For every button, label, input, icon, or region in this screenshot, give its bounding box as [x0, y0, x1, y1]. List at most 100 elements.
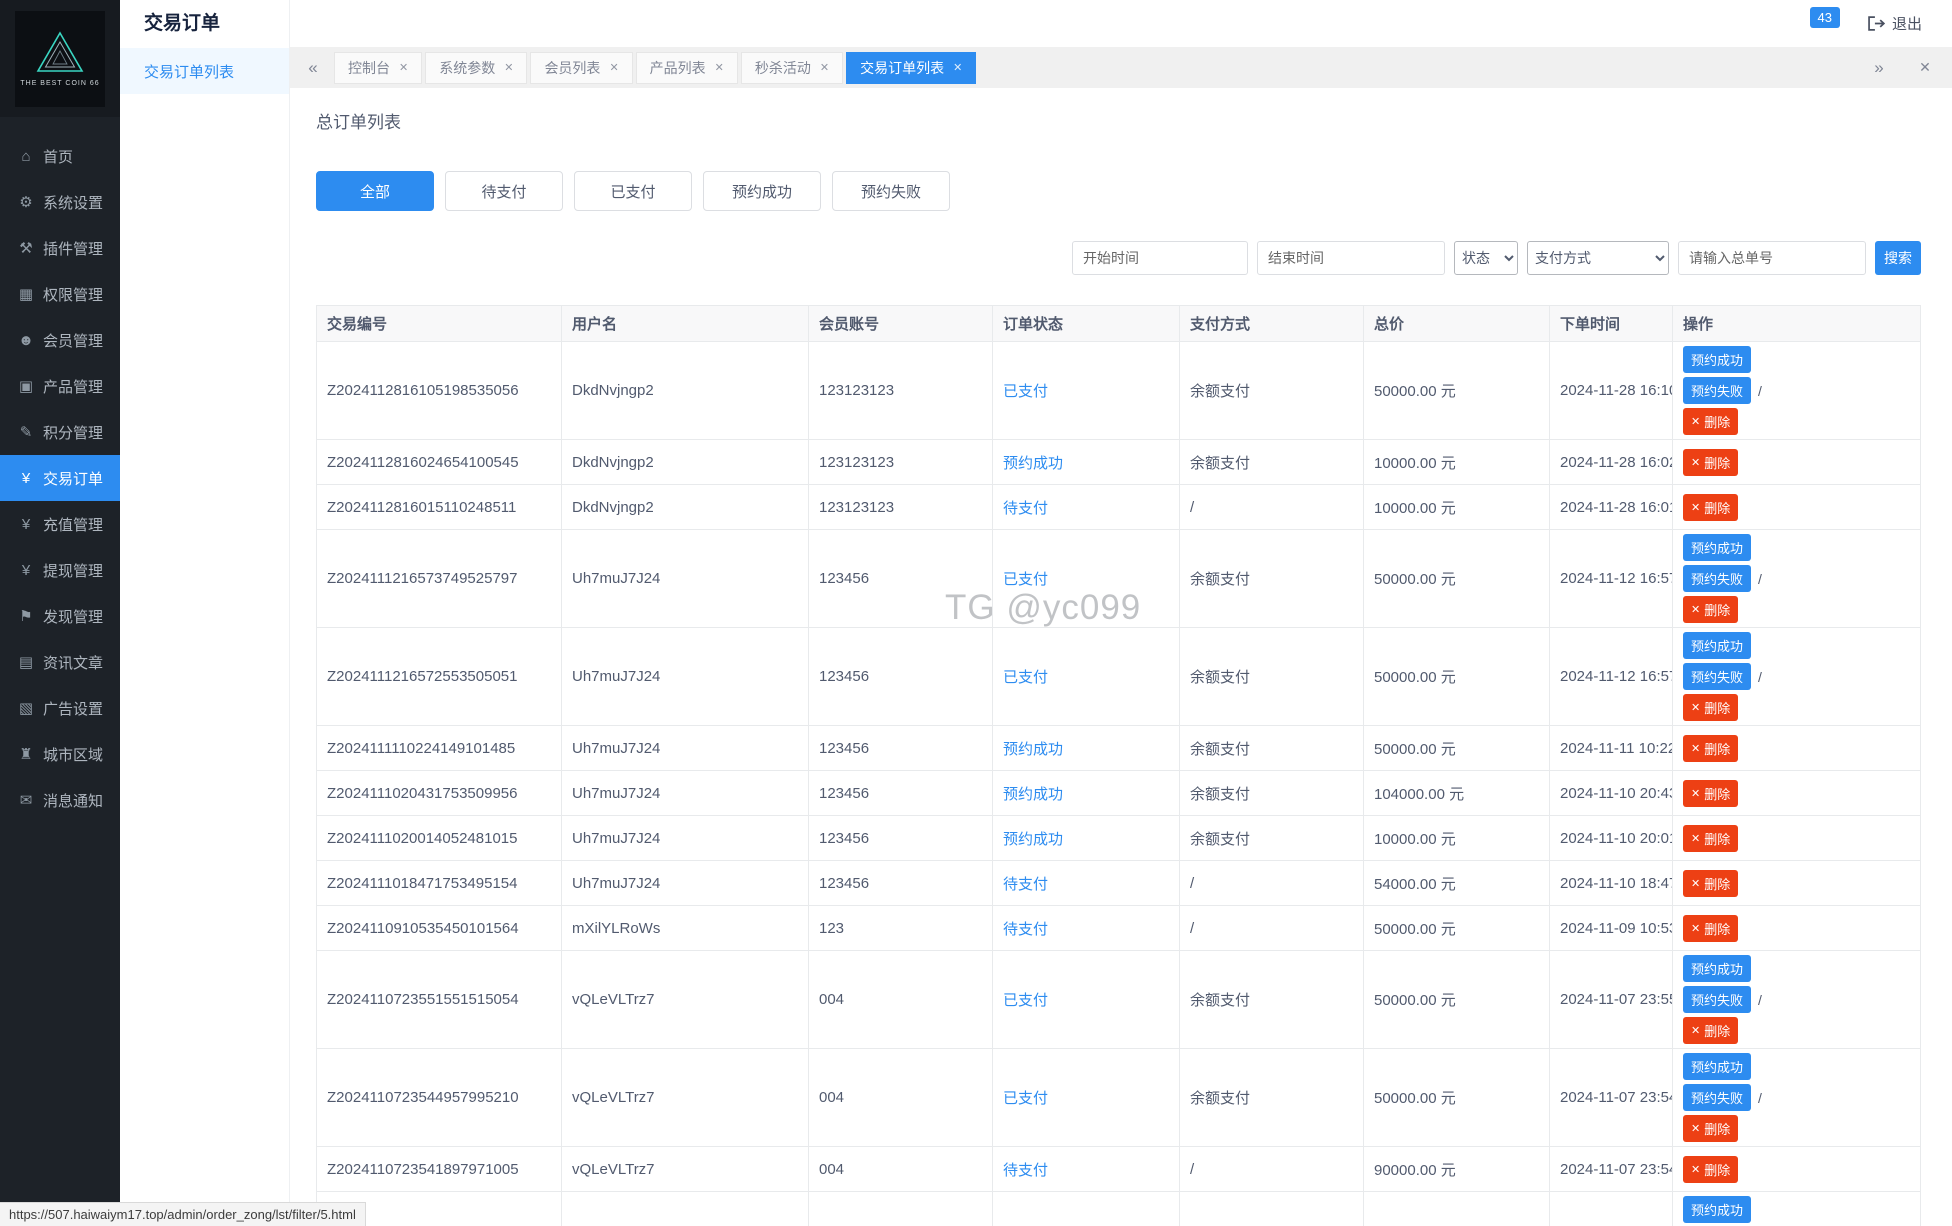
close-icon: ✕	[1691, 604, 1701, 616]
confirm-success-button[interactable]: 预约成功	[1683, 534, 1752, 561]
delete-button[interactable]: ✕ 删除	[1683, 1017, 1739, 1044]
confirm-fail-button[interactable]: 预约失败	[1683, 565, 1752, 592]
app-root: THE BEST COIN 66 ⌂ 首页 ⚙ 系统设置 ⚒ 插件管理 ▦ 权限…	[0, 0, 1952, 1226]
logout-button[interactable]: 退出	[1868, 13, 1922, 34]
notification-badge[interactable]: 43	[1809, 7, 1840, 28]
sidebar-item[interactable]: ⚒ 插件管理	[0, 225, 120, 271]
delete-button[interactable]: ✕ 删除	[1683, 408, 1739, 435]
tab[interactable]: 系统参数 ✕	[425, 51, 528, 84]
orders-table: 交易编号 用户名 会员账号 订单状态 支付方式 总价 下单时间 操作 Z20241128161…	[316, 305, 1921, 1226]
delete-button[interactable]: ✕ 删除	[1683, 694, 1739, 721]
cell-total: 50000.00 元	[1363, 341, 1550, 440]
status-select[interactable]: 状态	[1454, 241, 1518, 275]
sidebar-item[interactable]: ▣ 产品管理	[0, 363, 120, 409]
tab[interactable]: 交易订单列表 ✕	[846, 51, 977, 84]
recharge-icon: ¥	[21, 515, 31, 533]
delete-button[interactable]: ✕ 删除	[1683, 1155, 1739, 1183]
orders-table-header-row: 交易编号 用户名 会员账号 订单状态 支付方式 总价 下单时间 操作	[316, 305, 1921, 342]
tab-close-icon[interactable]: ✕	[953, 61, 962, 74]
cell-order-no: Z2024111020431753509956	[316, 770, 562, 816]
start-time-input[interactable]	[1072, 241, 1248, 275]
status-filter-button[interactable]: 全部	[316, 171, 434, 211]
confirm-fail-button[interactable]: 预约失败	[1683, 377, 1752, 404]
sidebar-item-label: 产品管理	[43, 378, 104, 396]
cell-order-no: Z2024111216572553505051	[316, 627, 562, 726]
tab-close-icon[interactable]: ✕	[399, 61, 408, 74]
cell-pay-method: 余额支付	[1179, 1191, 1364, 1226]
tabs-close-all-button[interactable]: ✕	[1910, 59, 1940, 76]
order-no-input[interactable]	[1678, 241, 1866, 275]
confirm-success-button[interactable]: 预约成功	[1683, 1053, 1752, 1080]
confirm-fail-button[interactable]: 预约失败	[1683, 986, 1752, 1013]
status-filter-button[interactable]: 预约失败	[832, 171, 950, 211]
tab-close-icon[interactable]: ✕	[820, 61, 829, 74]
tab[interactable]: 产品列表 ✕	[635, 51, 738, 84]
sidebar-item[interactable]: ⌂ 首页	[0, 133, 120, 179]
status-filter-button[interactable]: 待支付	[445, 171, 563, 211]
cell-pay-method: 余额支付	[1179, 529, 1364, 628]
cell-order-no: Z2024110723544957995210	[316, 1048, 562, 1147]
sidebar-item-label: 发现管理	[43, 608, 104, 626]
sidebar-item[interactable]: ¥ 充值管理	[0, 501, 120, 547]
status-filter-button[interactable]: 已支付	[574, 171, 692, 211]
withdraw-icon: ¥	[21, 561, 31, 579]
confirm-fail-button[interactable]: 预约失败	[1683, 1084, 1752, 1111]
confirm-fail-button[interactable]: 预约失败	[1683, 663, 1752, 690]
permissions-icon: ▦	[18, 286, 34, 303]
delete-button[interactable]: ✕ 删除	[1683, 869, 1739, 897]
tabs-scroll-left-button[interactable]: «	[298, 58, 328, 78]
delete-button[interactable]: ✕ 删除	[1683, 1115, 1739, 1142]
close-icon: ✕	[1691, 787, 1701, 800]
cell-order-status: 已支付	[992, 627, 1180, 726]
cell-total: 10000.00 元	[1363, 439, 1550, 485]
sidebar-item[interactable]: ▦ 权限管理	[0, 271, 120, 317]
triangle-logo-icon	[36, 30, 84, 72]
sidebar-item[interactable]: ▤ 资讯文章	[0, 639, 120, 685]
sidebar-item[interactable]: ✉ 消息通知	[0, 777, 120, 823]
end-time-input[interactable]	[1257, 241, 1445, 275]
confirm-success-button[interactable]: 预约成功	[1683, 346, 1752, 373]
cell-total: 90000.00 元	[1363, 1146, 1550, 1192]
logo: THE BEST COIN 66	[15, 10, 105, 107]
cell-order-time: 2024-11-10 20:43:17	[1549, 770, 1673, 816]
tabs-scroll-right-button[interactable]: »	[1864, 58, 1894, 78]
confirm-success-button[interactable]: 预约成功	[1683, 955, 1752, 982]
logo-area[interactable]: THE BEST COIN 66	[0, 0, 120, 117]
cell-actions: 预约成功 预约失败 / ✕ 删除	[1672, 950, 1921, 1049]
confirm-success-button[interactable]: 预约成功	[1683, 632, 1752, 659]
tab[interactable]: 秒杀活动 ✕	[740, 51, 844, 84]
sidebar-item[interactable]: ♜ 城市区域	[0, 731, 120, 777]
sidebar-item[interactable]: ⚑ 发现管理	[0, 593, 120, 639]
sidebar-item[interactable]: ⚙ 系统设置	[0, 179, 120, 225]
gear-icon: ⚙	[19, 194, 33, 211]
sidebar-item[interactable]: ✎ 积分管理	[0, 409, 120, 455]
delete-button[interactable]: ✕ 删除	[1683, 734, 1739, 762]
delete-button[interactable]: ✕ 删除	[1683, 914, 1739, 942]
pay-method-select[interactable]: 支付方式	[1527, 241, 1669, 275]
delete-button[interactable]: ✕ 删除	[1683, 493, 1739, 521]
delete-button[interactable]: ✕ 删除	[1683, 779, 1739, 807]
cell-account: 004	[808, 1146, 993, 1192]
submenu-item[interactable]: 交易订单列表	[120, 48, 289, 94]
cell-pay-method: 余额支付	[1179, 950, 1364, 1049]
sidebar-item[interactable]: ¥ 提现管理	[0, 547, 120, 593]
tab[interactable]: 会员列表 ✕	[530, 51, 633, 84]
confirm-success-button[interactable]: 预约成功	[1683, 1196, 1752, 1223]
sidebar-item[interactable]: ☻ 会员管理	[0, 317, 120, 363]
delete-button[interactable]: ✕ 删除	[1683, 824, 1739, 852]
action-separator: /	[1758, 570, 1762, 587]
sidebar-item-label: 广告设置	[43, 700, 104, 718]
tab-close-icon[interactable]: ✕	[715, 61, 724, 74]
tab-close-icon[interactable]: ✕	[504, 61, 513, 74]
tab-close-icon[interactable]: ✕	[609, 61, 618, 74]
delete-button[interactable]: ✕ 删除	[1683, 596, 1739, 623]
cell-order-time: 2024-11-28 16:01:51	[1549, 484, 1673, 530]
sidebar-item[interactable]: ¥ 交易订单	[0, 455, 120, 501]
cell-order-time: 2024-11-11 10:22:41	[1549, 725, 1673, 771]
search-button[interactable]: 搜索	[1875, 241, 1921, 275]
status-filter-button[interactable]: 预约成功	[703, 171, 821, 211]
sidebar-item[interactable]: ▧ 广告设置	[0, 685, 120, 731]
tab[interactable]: 控制台 ✕	[334, 51, 423, 84]
tab-label: 秒杀活动	[754, 59, 811, 76]
delete-button[interactable]: ✕ 删除	[1683, 448, 1739, 476]
